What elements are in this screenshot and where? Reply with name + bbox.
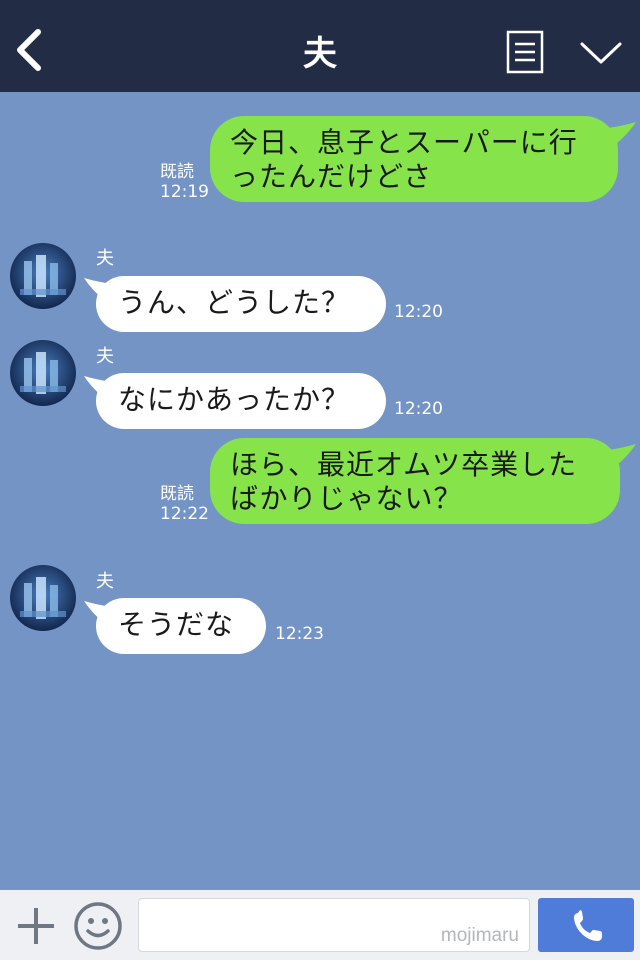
- avatar-image: [10, 243, 76, 309]
- message-time: 12:23: [275, 624, 324, 644]
- read-receipt: 既読 12:22: [160, 484, 209, 524]
- incoming-message-bubble[interactable]: うん、どうした？: [96, 276, 386, 332]
- bubble-tail: [608, 122, 636, 144]
- add-button[interactable]: [12, 902, 60, 950]
- bubble-tail: [608, 444, 636, 466]
- avatar-image: [10, 565, 76, 631]
- avatar[interactable]: [10, 565, 76, 631]
- sender-name: 夫: [96, 346, 114, 367]
- phone-icon: [574, 910, 602, 941]
- message-time: 12:20: [394, 302, 443, 322]
- avatar-image: [10, 340, 76, 406]
- message-line: ったんだけどさ: [230, 160, 433, 193]
- chat-title: 夫: [303, 34, 337, 74]
- menu-button[interactable]: [506, 30, 544, 74]
- avatar[interactable]: [10, 243, 76, 309]
- message-text: うん、どうした？: [118, 286, 351, 319]
- outgoing-message-bubble[interactable]: ほら、最近オムツ卒業した ばかりじゃない？: [210, 438, 620, 524]
- message-input[interactable]: mojimaru: [138, 898, 530, 952]
- emoji-button[interactable]: [72, 900, 124, 952]
- chevron-left-icon: [17, 29, 41, 71]
- message-time: 12:20: [394, 399, 443, 419]
- smiley-icon: [74, 902, 122, 950]
- message-line: 今日、息子とスーパーに行: [230, 126, 578, 159]
- outgoing-message-bubble[interactable]: 今日、息子とスーパーに行 ったんだけどさ: [210, 116, 618, 202]
- chevron-down-icon: [580, 42, 622, 64]
- input-bar: mojimaru: [0, 890, 640, 960]
- back-button[interactable]: [10, 22, 54, 78]
- dropdown-button[interactable]: [576, 30, 626, 74]
- incoming-message-bubble[interactable]: なにかあったか？: [96, 373, 386, 429]
- incoming-message-bubble[interactable]: そうだな: [96, 598, 266, 654]
- call-button[interactable]: [538, 898, 634, 952]
- message-line: ばかりじゃない？: [230, 482, 463, 515]
- read-label: 既読: [160, 484, 194, 504]
- avatar[interactable]: [10, 340, 76, 406]
- message-time: 12:22: [160, 504, 209, 524]
- read-receipt: 既読 12:19: [160, 162, 209, 202]
- plus-icon: [18, 908, 54, 944]
- chat-header: 夫: [0, 0, 640, 92]
- chat-area[interactable]: 既読 12:19 今日、息子とスーパーに行 ったんだけどさ 夫 うん、どうした？…: [0, 92, 640, 890]
- sender-name: 夫: [96, 248, 114, 269]
- watermark: mojimaru: [440, 925, 519, 946]
- message-text: なにかあったか？: [118, 383, 351, 416]
- message-line: ほら、最近オムツ卒業した: [230, 448, 578, 481]
- note-list-icon: [506, 30, 544, 74]
- read-label: 既読: [160, 162, 194, 182]
- message-time: 12:19: [160, 182, 209, 202]
- sender-name: 夫: [96, 571, 114, 592]
- message-text: そうだな: [118, 608, 235, 641]
